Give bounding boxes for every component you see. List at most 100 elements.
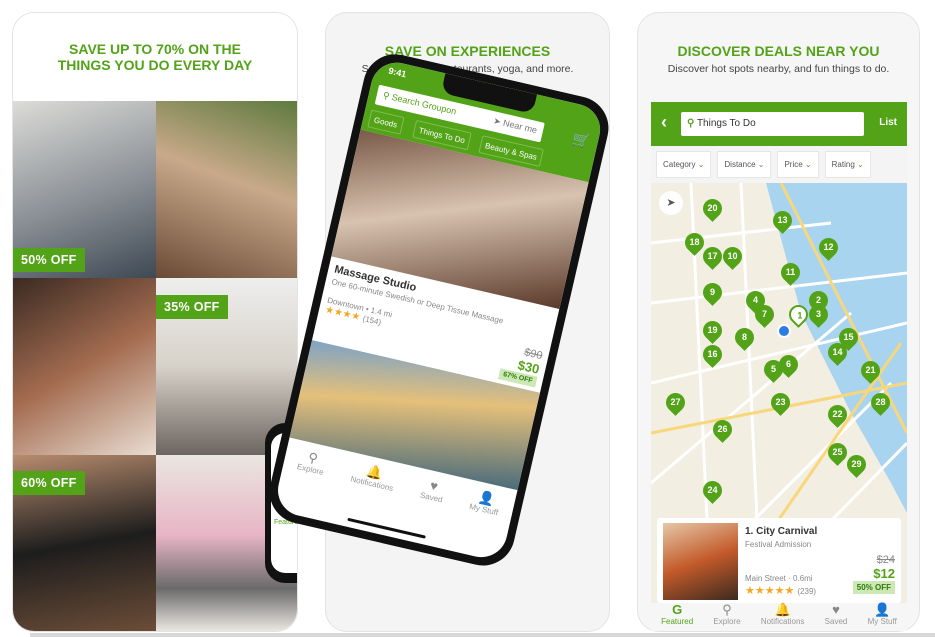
bottom-tab-bar: G Featured ⚲ Explore 🔔 Notifications ♥ Saved… <box>651 603 907 631</box>
map-pin-number: 25 <box>832 447 843 457</box>
map-pin-number: 9 <box>709 287 715 297</box>
map-pin[interactable]: 3 <box>805 301 832 328</box>
chevron-down-icon: ⌄ <box>697 160 705 169</box>
discount-badge: 60% OFF <box>13 471 85 495</box>
map-pin[interactable]: 26 <box>709 416 736 443</box>
tab-my-stuff[interactable]: 👤 My Stuff <box>468 488 502 517</box>
map-pin-number: 28 <box>875 397 886 407</box>
deal-location: Main Street · 0.6mi <box>745 574 813 583</box>
back-icon[interactable]: ‹ <box>661 112 667 133</box>
filter-label: Category <box>663 160 696 169</box>
tab-label: Explore <box>296 462 325 477</box>
rating-count: (154) <box>361 314 383 328</box>
category-chip-goods[interactable]: Goods <box>367 109 405 135</box>
tab-label: Explore <box>713 617 741 626</box>
headline: SAVE ON EXPERIENCES <box>384 43 551 59</box>
tab-explore[interactable]: ⚲ Explore <box>296 448 328 477</box>
map-pin-number: 6 <box>785 359 791 369</box>
map-pin-number: 7 <box>761 309 767 319</box>
search-icon: ⚲ <box>722 602 732 617</box>
map-pin[interactable]: 28 <box>867 389 894 416</box>
tab-label: My Stuff <box>468 501 499 518</box>
map-pin-number: 26 <box>717 424 728 434</box>
map-pin-number: 18 <box>689 237 700 247</box>
discount-badge: 50% OFF <box>13 248 85 272</box>
map-pin-number: 21 <box>865 365 876 375</box>
tab-label: My Stuff <box>867 617 897 626</box>
map-pin[interactable]: 11 <box>777 259 804 286</box>
near-me-label: Near me <box>502 117 539 136</box>
chevron-down-icon: ⌄ <box>804 160 812 169</box>
discount-tag: 50% OFF <box>852 581 895 594</box>
filter-price[interactable]: Price ⌄ <box>777 151 819 178</box>
tab-notifications[interactable]: 🔔 Notifications <box>761 603 805 631</box>
locate-me-icon[interactable]: ➤ <box>659 191 683 215</box>
deal-title: 1. City Carnival <box>745 526 818 537</box>
map-pin[interactable]: 22 <box>824 401 851 428</box>
map-pin-number: 14 <box>832 347 843 357</box>
filter-rating[interactable]: Rating ⌄ <box>824 151 871 178</box>
current-location-dot <box>777 324 791 338</box>
tab-label: Notifications <box>760 617 805 626</box>
cart-icon[interactable]: 🛒 <box>571 130 592 150</box>
map-pin-number: 23 <box>775 397 786 407</box>
tab-notifications[interactable]: 🔔 Notifications <box>350 461 398 493</box>
map-pin-number: 1 <box>797 310 803 321</box>
search-icon: ⚲ <box>687 118 695 129</box>
discount-badge: 35% OFF <box>156 295 228 319</box>
tab-featured[interactable]: G Featured <box>661 603 693 631</box>
filter-bar: Category ⌄ Distance ⌄ Price ⌄ Rating ⌄ <box>651 146 907 183</box>
original-price: $24 <box>876 554 895 566</box>
map-pin[interactable]: 8 <box>731 324 758 351</box>
map-pin[interactable]: 23 <box>767 389 794 416</box>
user-icon: 👤 <box>874 602 891 617</box>
map-pin-number: 22 <box>832 409 843 419</box>
map-pin[interactable]: 16 <box>699 341 726 368</box>
map-view[interactable]: ➤ 20 13 18 17 10 12 11 9 4 2 1 3 7 19 8 16 15 14 5 6 21 27 23 2… <box>651 183 907 603</box>
heart-icon: ♥ <box>832 602 840 617</box>
map-pin[interactable]: 6 <box>775 351 802 378</box>
tab-label: Featured <box>661 617 694 626</box>
map-pin-number: 3 <box>815 309 821 319</box>
map-pin[interactable]: 21 <box>857 357 884 384</box>
sale-price: $12 <box>873 566 895 581</box>
map-pin[interactable]: 12 <box>815 234 842 261</box>
tab-label: Saved <box>419 490 444 505</box>
map-pin-number: 17 <box>707 251 718 261</box>
search-icon: ⚲ <box>381 89 391 102</box>
tab-my-stuff[interactable]: 👤 My Stuff <box>868 603 897 631</box>
filter-category[interactable]: Category ⌄ <box>656 151 712 178</box>
map-pin[interactable]: 19 <box>699 317 726 344</box>
tab-saved[interactable]: ♥ Saved <box>825 603 848 631</box>
tab-explore[interactable]: ⚲ Explore <box>713 603 740 631</box>
list-view-button[interactable]: List <box>879 117 897 128</box>
map-pin[interactable]: 14 <box>824 339 851 366</box>
map-pin-number: 16 <box>707 349 718 359</box>
near-me[interactable]: ➤ Near me <box>492 115 538 136</box>
status-time: 9:41 <box>387 65 408 80</box>
map-pin-number: 19 <box>707 325 718 335</box>
selected-deal-card[interactable]: 1. City Carnival Festival Admission Main… <box>657 518 901 603</box>
map-pin[interactable]: 9 <box>699 279 726 306</box>
map-pin[interactable]: 27 <box>662 389 689 416</box>
filter-distance[interactable]: Distance ⌄ <box>717 151 772 178</box>
map-pin[interactable]: 10 <box>719 243 746 270</box>
headline-line-1: SAVE UP TO 70% ON THE <box>69 41 241 57</box>
headline-line-2: THINGS YOU DO EVERY DAY <box>57 57 253 73</box>
filter-label: Distance <box>724 160 756 169</box>
map-pin[interactable]: 7 <box>751 301 778 328</box>
tab-saved[interactable]: ♥ Saved <box>419 477 446 505</box>
search-input[interactable]: ⚲ Things To Do <box>681 112 864 136</box>
map-pin[interactable]: 20 <box>699 195 726 222</box>
chevron-down-icon: ⌄ <box>857 160 864 169</box>
map-pin[interactable]: 24 <box>699 477 726 504</box>
headline: DISCOVER DEALS NEAR YOU <box>677 43 880 59</box>
map-pin[interactable]: 29 <box>843 451 870 478</box>
map-header: ‹ ⚲ Things To Do List <box>651 102 907 146</box>
rating-stars: ★★★★★ (239) <box>745 585 817 597</box>
map-pin-number: 10 <box>727 251 738 261</box>
map-pin[interactable]: 13 <box>769 207 796 234</box>
map-pin-number: 29 <box>851 459 862 469</box>
bell-icon: 🔔 <box>774 602 791 617</box>
map-pin-number: 8 <box>741 332 747 342</box>
